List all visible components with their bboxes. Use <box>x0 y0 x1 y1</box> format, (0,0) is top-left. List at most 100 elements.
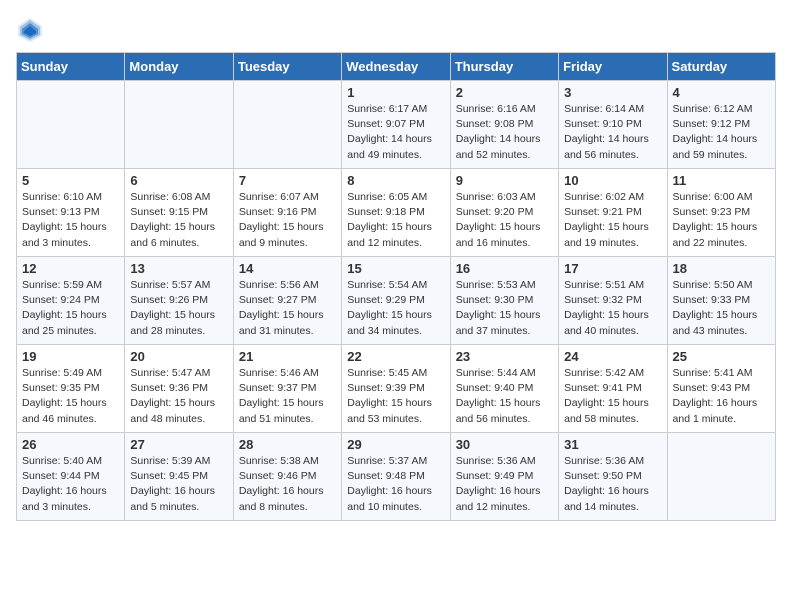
day-number: 27 <box>130 437 227 452</box>
day-number: 15 <box>347 261 444 276</box>
calendar-header: SundayMondayTuesdayWednesdayThursdayFrid… <box>17 53 776 81</box>
day-info: Sunrise: 5:47 AM Sunset: 9:36 PM Dayligh… <box>130 366 227 427</box>
day-info: Sunrise: 5:39 AM Sunset: 9:45 PM Dayligh… <box>130 454 227 515</box>
day-number: 7 <box>239 173 336 188</box>
day-number: 31 <box>564 437 661 452</box>
day-number: 12 <box>22 261 119 276</box>
day-info: Sunrise: 5:45 AM Sunset: 9:39 PM Dayligh… <box>347 366 444 427</box>
day-cell: 21 Sunrise: 5:46 AM Sunset: 9:37 PM Dayli… <box>233 345 341 433</box>
week-row-1: 1 Sunrise: 6:17 AM Sunset: 9:07 PM Daylig… <box>17 81 776 169</box>
day-cell: 26 Sunrise: 5:40 AM Sunset: 9:44 PM Dayli… <box>17 433 125 521</box>
day-info: Sunrise: 5:38 AM Sunset: 9:46 PM Dayligh… <box>239 454 336 515</box>
day-info: Sunrise: 5:36 AM Sunset: 9:49 PM Dayligh… <box>456 454 553 515</box>
day-cell: 31 Sunrise: 5:36 AM Sunset: 9:50 PM Dayli… <box>559 433 667 521</box>
day-cell: 28 Sunrise: 5:38 AM Sunset: 9:46 PM Dayli… <box>233 433 341 521</box>
day-number: 6 <box>130 173 227 188</box>
day-cell: 9 Sunrise: 6:03 AM Sunset: 9:20 PM Daylig… <box>450 169 558 257</box>
calendar-body: 1 Sunrise: 6:17 AM Sunset: 9:07 PM Daylig… <box>17 81 776 521</box>
day-cell: 17 Sunrise: 5:51 AM Sunset: 9:32 PM Dayli… <box>559 257 667 345</box>
day-number: 29 <box>347 437 444 452</box>
day-info: Sunrise: 5:49 AM Sunset: 9:35 PM Dayligh… <box>22 366 119 427</box>
day-number: 13 <box>130 261 227 276</box>
day-number: 5 <box>22 173 119 188</box>
day-cell: 22Sunrise: 5:45 AM Sunset: 9:39 PM Dayli… <box>342 345 450 433</box>
day-info: Sunrise: 6:05 AM Sunset: 9:18 PM Dayligh… <box>347 190 444 251</box>
day-cell <box>233 81 341 169</box>
day-info: Sunrise: 6:17 AM Sunset: 9:07 PM Dayligh… <box>347 102 444 163</box>
page-header <box>16 16 776 44</box>
day-info: Sunrise: 5:53 AM Sunset: 9:30 PM Dayligh… <box>456 278 553 339</box>
day-number: 24 <box>564 349 661 364</box>
day-info: Sunrise: 5:40 AM Sunset: 9:44 PM Dayligh… <box>22 454 119 515</box>
day-number: 1 <box>347 85 444 100</box>
day-info: Sunrise: 5:46 AM Sunset: 9:37 PM Dayligh… <box>239 366 336 427</box>
day-cell: 8 Sunrise: 6:05 AM Sunset: 9:18 PM Daylig… <box>342 169 450 257</box>
day-cell: 6 Sunrise: 6:08 AM Sunset: 9:15 PM Daylig… <box>125 169 233 257</box>
day-number: 26 <box>22 437 119 452</box>
day-info: Sunrise: 5:54 AM Sunset: 9:29 PM Dayligh… <box>347 278 444 339</box>
day-number: 16 <box>456 261 553 276</box>
day-number: 23 <box>456 349 553 364</box>
day-cell: 10Sunrise: 6:02 AM Sunset: 9:21 PM Dayli… <box>559 169 667 257</box>
day-info: Sunrise: 6:16 AM Sunset: 9:08 PM Dayligh… <box>456 102 553 163</box>
day-cell: 3Sunrise: 6:14 AM Sunset: 9:10 PM Daylig… <box>559 81 667 169</box>
day-info: Sunrise: 6:03 AM Sunset: 9:20 PM Dayligh… <box>456 190 553 251</box>
day-info: Sunrise: 6:08 AM Sunset: 9:15 PM Dayligh… <box>130 190 227 251</box>
logo <box>16 16 50 44</box>
day-info: Sunrise: 5:42 AM Sunset: 9:41 PM Dayligh… <box>564 366 661 427</box>
day-number: 8 <box>347 173 444 188</box>
day-number: 2 <box>456 85 553 100</box>
header-cell-wednesday: Wednesday <box>342 53 450 81</box>
day-cell: 1 Sunrise: 6:17 AM Sunset: 9:07 PM Daylig… <box>342 81 450 169</box>
day-info: Sunrise: 5:36 AM Sunset: 9:50 PM Dayligh… <box>564 454 661 515</box>
header-cell-sunday: Sunday <box>17 53 125 81</box>
header-cell-tuesday: Tuesday <box>233 53 341 81</box>
day-cell: 14Sunrise: 5:56 AM Sunset: 9:27 PM Dayli… <box>233 257 341 345</box>
day-info: Sunrise: 6:14 AM Sunset: 9:10 PM Dayligh… <box>564 102 661 163</box>
day-number: 11 <box>673 173 770 188</box>
day-cell <box>125 81 233 169</box>
day-number: 17 <box>564 261 661 276</box>
day-number: 9 <box>456 173 553 188</box>
day-info: Sunrise: 5:41 AM Sunset: 9:43 PM Dayligh… <box>673 366 770 427</box>
day-cell: 25 Sunrise: 5:41 AM Sunset: 9:43 PM Dayli… <box>667 345 775 433</box>
logo-icon <box>16 16 44 44</box>
day-number: 28 <box>239 437 336 452</box>
day-info: Sunrise: 6:00 AM Sunset: 9:23 PM Dayligh… <box>673 190 770 251</box>
day-info: Sunrise: 5:59 AM Sunset: 9:24 PM Dayligh… <box>22 278 119 339</box>
calendar-table: SundayMondayTuesdayWednesdayThursdayFrid… <box>16 52 776 521</box>
day-info: Sunrise: 5:44 AM Sunset: 9:40 PM Dayligh… <box>456 366 553 427</box>
day-number: 14 <box>239 261 336 276</box>
day-number: 21 <box>239 349 336 364</box>
day-cell: 15 Sunrise: 5:54 AM Sunset: 9:29 PM Dayli… <box>342 257 450 345</box>
day-number: 25 <box>673 349 770 364</box>
day-number: 20 <box>130 349 227 364</box>
day-info: Sunrise: 6:07 AM Sunset: 9:16 PM Dayligh… <box>239 190 336 251</box>
day-cell: 11 Sunrise: 6:00 AM Sunset: 9:23 PM Dayli… <box>667 169 775 257</box>
day-cell: 20 Sunrise: 5:47 AM Sunset: 9:36 PM Dayli… <box>125 345 233 433</box>
day-cell: 29Sunrise: 5:37 AM Sunset: 9:48 PM Dayli… <box>342 433 450 521</box>
day-info: Sunrise: 6:12 AM Sunset: 9:12 PM Dayligh… <box>673 102 770 163</box>
day-cell: 2 Sunrise: 6:16 AM Sunset: 9:08 PM Daylig… <box>450 81 558 169</box>
day-cell: 4Sunrise: 6:12 AM Sunset: 9:12 PM Daylig… <box>667 81 775 169</box>
week-row-2: 5 Sunrise: 6:10 AM Sunset: 9:13 PM Daylig… <box>17 169 776 257</box>
day-cell: 12 Sunrise: 5:59 AM Sunset: 9:24 PM Dayli… <box>17 257 125 345</box>
day-info: Sunrise: 5:51 AM Sunset: 9:32 PM Dayligh… <box>564 278 661 339</box>
day-info: Sunrise: 5:57 AM Sunset: 9:26 PM Dayligh… <box>130 278 227 339</box>
day-info: Sunrise: 5:50 AM Sunset: 9:33 PM Dayligh… <box>673 278 770 339</box>
day-number: 19 <box>22 349 119 364</box>
day-number: 18 <box>673 261 770 276</box>
day-cell: 16 Sunrise: 5:53 AM Sunset: 9:30 PM Dayli… <box>450 257 558 345</box>
day-cell: 7 Sunrise: 6:07 AM Sunset: 9:16 PM Daylig… <box>233 169 341 257</box>
day-info: Sunrise: 6:10 AM Sunset: 9:13 PM Dayligh… <box>22 190 119 251</box>
day-cell: 18 Sunrise: 5:50 AM Sunset: 9:33 PM Dayli… <box>667 257 775 345</box>
day-cell <box>17 81 125 169</box>
day-cell: 23 Sunrise: 5:44 AM Sunset: 9:40 PM Dayli… <box>450 345 558 433</box>
week-row-4: 19 Sunrise: 5:49 AM Sunset: 9:35 PM Dayli… <box>17 345 776 433</box>
header-cell-monday: Monday <box>125 53 233 81</box>
day-cell: 5 Sunrise: 6:10 AM Sunset: 9:13 PM Daylig… <box>17 169 125 257</box>
week-row-3: 12 Sunrise: 5:59 AM Sunset: 9:24 PM Dayli… <box>17 257 776 345</box>
week-row-5: 26 Sunrise: 5:40 AM Sunset: 9:44 PM Dayli… <box>17 433 776 521</box>
header-row: SundayMondayTuesdayWednesdayThursdayFrid… <box>17 53 776 81</box>
day-info: Sunrise: 6:02 AM Sunset: 9:21 PM Dayligh… <box>564 190 661 251</box>
